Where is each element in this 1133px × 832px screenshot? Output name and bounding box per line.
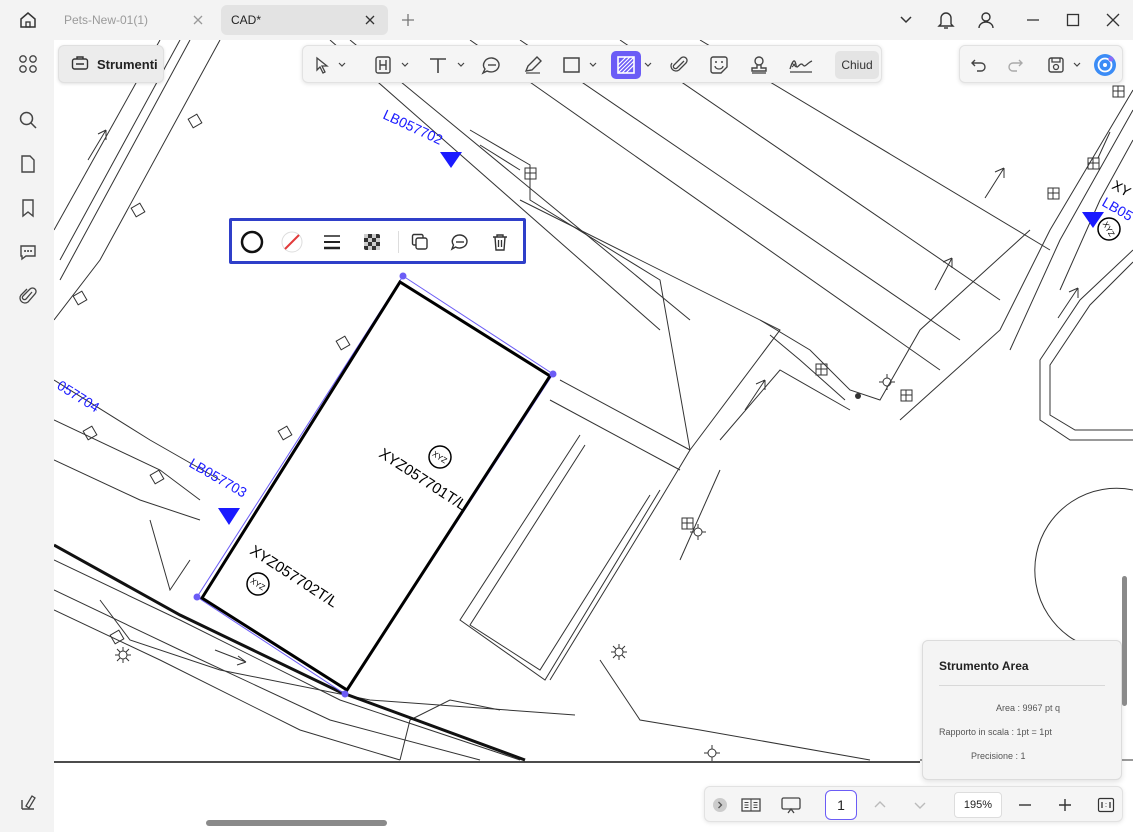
select-tool[interactable] (311, 51, 351, 79)
close-icon[interactable] (362, 12, 378, 28)
page-icon[interactable] (14, 150, 42, 178)
home-icon[interactable] (14, 8, 42, 32)
marker-triangle (1082, 212, 1104, 228)
tab-cad[interactable]: CAD* (221, 5, 388, 35)
zoom-level[interactable]: 195% (954, 792, 1002, 818)
light-symbol (115, 647, 131, 663)
pencil-tool[interactable] (520, 51, 546, 79)
lb-label-2: LB057703 (187, 455, 250, 501)
marker-triangle (218, 508, 240, 525)
shape-tool[interactable] (557, 51, 599, 79)
close-panel-button[interactable]: Chiud (835, 51, 879, 79)
text-tool[interactable] (425, 51, 467, 79)
paperclip-tool[interactable] (667, 51, 693, 79)
undo-icon[interactable] (968, 51, 990, 79)
duplicate-icon[interactable] (408, 230, 432, 254)
tab-pets-new[interactable]: Pets-New-01(1) (54, 5, 216, 35)
chevron-right-icon[interactable] (711, 793, 729, 817)
badge-text: XYZ (249, 576, 267, 592)
xyz-label-2: XYZ057702T/L (247, 542, 341, 611)
shape-context-toolbar (229, 218, 526, 264)
selection-handle (341, 690, 349, 698)
settings-icon[interactable] (14, 788, 42, 816)
badge-text: XYZ (1101, 220, 1117, 238)
highlight-tool[interactable] (369, 51, 411, 79)
document-actions-toolbar (959, 45, 1123, 83)
user-icon[interactable] (973, 8, 999, 32)
minimize-icon[interactable] (1020, 8, 1046, 32)
divider (939, 685, 1105, 686)
zoom-value: 195% (963, 799, 993, 811)
zoom-out-icon[interactable] (1015, 793, 1035, 817)
title-bar: Pets-New-01(1) CAD* (0, 0, 1133, 40)
line-width-icon[interactable] (320, 230, 344, 254)
sticker-tool[interactable] (706, 51, 732, 79)
annotation-toolbar: Chiud (302, 45, 882, 83)
ai-assistant-icon[interactable] (1092, 51, 1118, 79)
delete-icon[interactable] (488, 230, 512, 254)
bell-icon[interactable] (933, 8, 959, 32)
stroke-color-icon[interactable] (240, 230, 264, 254)
actual-size-icon[interactable] (1095, 793, 1117, 817)
chevron-down-icon[interactable] (641, 51, 655, 79)
selection-handle (399, 272, 407, 280)
scale-ratio: Rapporto in scala : 1pt = 1pt (939, 727, 1052, 737)
strumenti-label: Strumenti (97, 56, 158, 72)
close-window-icon[interactable] (1100, 8, 1126, 32)
selection-handle (193, 593, 201, 601)
reading-mode-icon[interactable] (739, 793, 763, 817)
marker-triangle (440, 152, 462, 168)
search-icon[interactable] (14, 106, 42, 134)
comment-tool[interactable] (479, 51, 505, 79)
apps-icon[interactable] (14, 50, 42, 78)
lb-label-3: 057704 (54, 377, 102, 415)
signature-tool[interactable] (785, 51, 817, 79)
badge-text: XYZ (431, 449, 449, 465)
presentation-icon[interactable] (779, 793, 803, 817)
chevron-up-icon[interactable] (871, 793, 889, 817)
tab-label: Pets-New-01(1) (64, 13, 149, 27)
selection-handle (549, 370, 557, 378)
vertical-scrollbar[interactable] (1122, 576, 1127, 706)
fill-none-icon[interactable] (280, 230, 304, 254)
chevron-down-icon[interactable] (893, 8, 919, 32)
bookmark-icon[interactable] (14, 194, 42, 222)
comment-icon[interactable] (14, 238, 42, 266)
divider (398, 231, 399, 253)
maximize-icon[interactable] (1060, 8, 1086, 32)
tab-label: CAD* (231, 13, 262, 27)
area-tool-panel: Strumento Area Area : 9967 pt q Rapporto… (922, 640, 1122, 780)
opacity-icon[interactable] (360, 230, 384, 254)
save-icon[interactable] (1044, 51, 1084, 79)
stamp-tool[interactable] (746, 51, 772, 79)
page-number: 1 (837, 797, 845, 813)
zoom-in-icon[interactable] (1055, 793, 1075, 817)
chiud-label: Chiud (841, 58, 873, 72)
page-number-input[interactable]: 1 (825, 790, 857, 820)
page-navigation-bar: 1 195% (704, 786, 1123, 822)
chevron-down-icon[interactable] (911, 793, 929, 817)
horizontal-scrollbar[interactable] (206, 820, 387, 826)
precision-value: Precisione : 1 (971, 751, 1026, 761)
add-tab-icon[interactable] (398, 10, 418, 30)
redo-icon[interactable] (1004, 51, 1026, 79)
close-icon[interactable] (190, 12, 206, 28)
area-tool[interactable] (611, 51, 641, 79)
attachment-icon[interactable] (14, 282, 42, 310)
left-sidebar (0, 40, 54, 832)
xyz-label-1: XYZ057701T/L (376, 445, 470, 514)
comment-icon[interactable] (448, 230, 472, 254)
area-value: Area : 9967 pt q (996, 703, 1061, 713)
panel-title: Strumento Area (939, 659, 1029, 673)
toolbox-icon (71, 55, 89, 74)
strumenti-button[interactable]: Strumenti (58, 45, 164, 83)
